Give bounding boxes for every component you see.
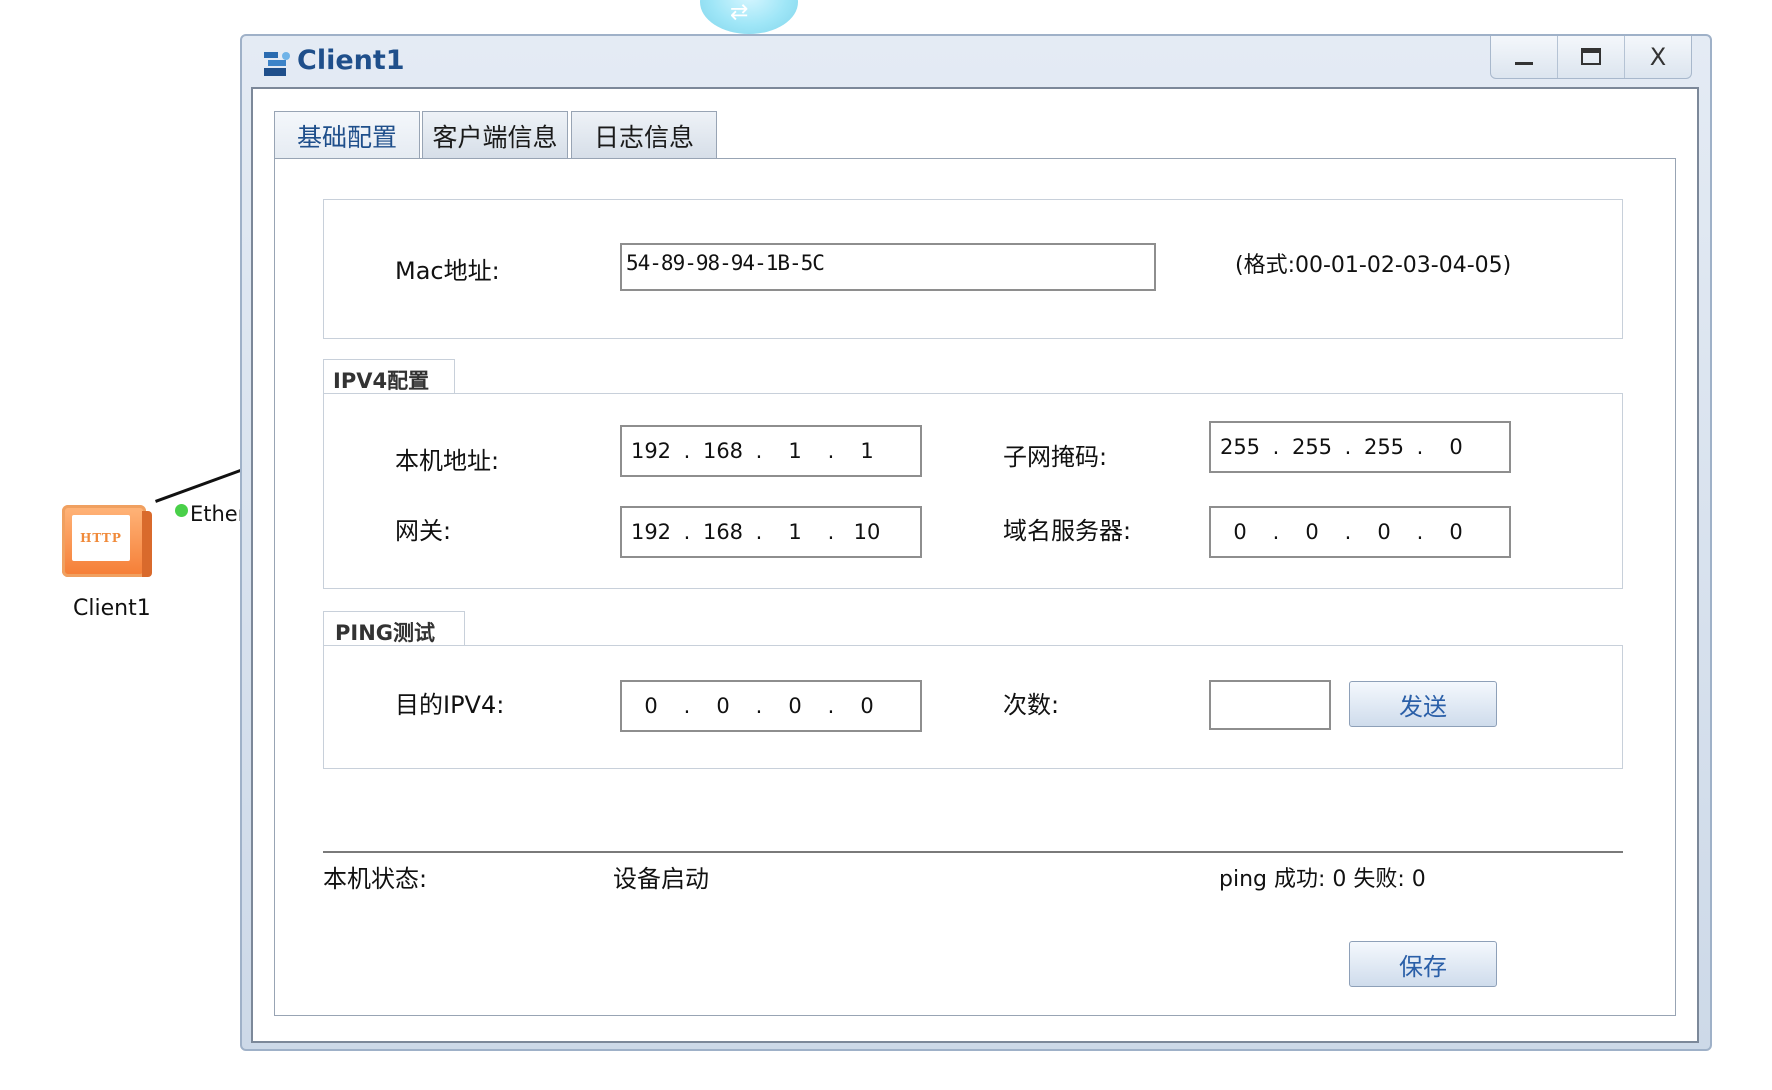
- ip-octet: 168: [702, 520, 744, 544]
- ipv4-legend: IPV4配置: [333, 369, 430, 393]
- ip-octet: 255: [1363, 435, 1405, 459]
- save-button[interactable]: 保存: [1349, 941, 1497, 987]
- router-icon[interactable]: ⇄: [700, 0, 798, 34]
- local-address-input[interactable]: 192. 168. 1. 1: [620, 425, 922, 477]
- ip-octet: 0: [644, 694, 658, 718]
- title-bar[interactable]: Client1 X: [242, 36, 1710, 88]
- ping-count-label: 次数:: [1003, 691, 1060, 719]
- dns-server-input[interactable]: 0. 0. 0. 0: [1209, 506, 1511, 558]
- subnet-mask-input[interactable]: 255. 255. 255. 0: [1209, 421, 1511, 473]
- mac-input[interactable]: 54-89-98-94-1B-5C: [620, 243, 1156, 291]
- ping-count-input[interactable]: [1209, 680, 1331, 730]
- ip-octet: 255: [1219, 435, 1261, 459]
- mac-format-hint: (格式:00-01-02-03-04-05): [1235, 253, 1512, 278]
- gateway-label: 网关:: [395, 517, 452, 545]
- ip-octet: 0: [716, 694, 730, 718]
- device-status-label: 本机状态:: [323, 865, 428, 893]
- dns-server-label: 域名服务器:: [1003, 517, 1132, 545]
- ip-octet: 0: [1305, 520, 1319, 544]
- subnet-mask-label: 子网掩码:: [1003, 443, 1108, 471]
- port-label: Ether: [190, 502, 247, 526]
- tab-log-info[interactable]: 日志信息: [571, 111, 717, 159]
- ip-octet: 255: [1291, 435, 1333, 459]
- ping-destination-label: 目的IPV4:: [395, 691, 505, 719]
- ip-octet: 0: [1377, 520, 1391, 544]
- ip-octet: 0: [788, 694, 802, 718]
- app-icon: [264, 52, 290, 76]
- ip-octet: 168: [702, 439, 744, 463]
- client-config-window: Client1 X 基础配置 客户端信息 日志信息 Mac地址: 54-89-9…: [240, 34, 1712, 1051]
- send-button[interactable]: 发送: [1349, 681, 1497, 727]
- minimize-icon: [1515, 62, 1533, 65]
- window-controls: X: [1490, 36, 1692, 79]
- gateway-input[interactable]: 192. 168. 1. 10: [620, 506, 922, 558]
- maximize-icon: [1581, 48, 1601, 65]
- minimize-button[interactable]: [1491, 36, 1557, 78]
- ping-legend: PING测试: [335, 621, 436, 645]
- tab-basic-config[interactable]: 基础配置: [274, 111, 420, 159]
- http-client-device-icon[interactable]: HTTP: [62, 505, 154, 581]
- ip-octet: 192: [630, 520, 672, 544]
- device-status-value: 设备启动: [613, 865, 709, 893]
- ip-octet: 10: [853, 520, 881, 544]
- ip-octet: 1: [860, 439, 874, 463]
- ip-octet: 0: [1449, 435, 1463, 459]
- ping-destination-input[interactable]: 0. 0. 0. 0: [620, 680, 922, 732]
- ip-octet: 1: [788, 520, 802, 544]
- ip-octet: 0: [1449, 520, 1463, 544]
- tab-client-info[interactable]: 客户端信息: [422, 111, 568, 159]
- ip-octet: 192: [630, 439, 672, 463]
- ip-octet: 0: [860, 694, 874, 718]
- ip-octet: 1: [788, 439, 802, 463]
- mac-label: Mac地址:: [395, 257, 500, 285]
- window-body: 基础配置 客户端信息 日志信息 Mac地址: 54-89-98-94-1B-5C…: [251, 87, 1699, 1043]
- port-status-dot: [175, 504, 188, 517]
- device-label: Client1: [73, 596, 151, 621]
- ip-octet: 0: [1233, 520, 1247, 544]
- local-address-label: 本机地址:: [395, 447, 500, 475]
- maximize-button[interactable]: [1557, 36, 1624, 78]
- close-button[interactable]: X: [1624, 36, 1691, 78]
- window-title: Client1: [297, 45, 405, 76]
- status-divider: [323, 851, 1623, 853]
- basic-config-panel: Mac地址: 54-89-98-94-1B-5C (格式:00-01-02-03…: [274, 158, 1676, 1016]
- ping-result-text: ping 成功: 0 失败: 0: [1219, 867, 1426, 892]
- device-screen-text: HTTP: [72, 515, 130, 561]
